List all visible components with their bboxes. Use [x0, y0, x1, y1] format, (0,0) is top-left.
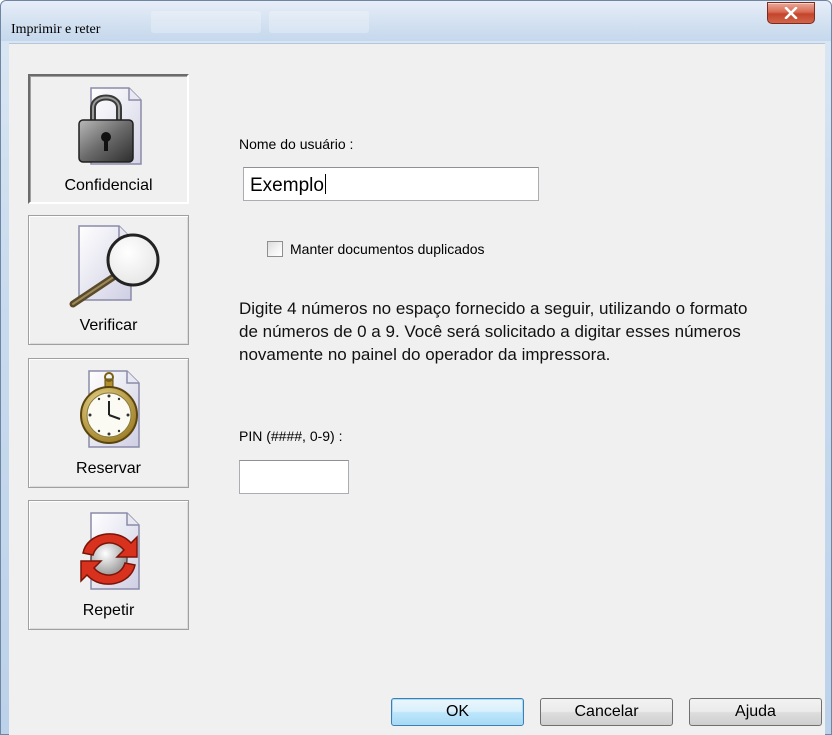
print-and-hold-dialog: Imprimir e reter Confidencial Verificar … — [0, 0, 832, 735]
magnifier-document-icon — [69, 225, 159, 308]
title-bar[interactable]: Imprimir e reter — [1, 1, 831, 41]
close-button[interactable] — [767, 2, 815, 24]
username-label: Nome do usuário : — [239, 136, 354, 152]
sidebar-item-label: Reservar — [76, 460, 141, 477]
cancel-button[interactable]: Cancelar — [540, 698, 673, 726]
keep-duplicates-label[interactable]: Manter documentos duplicados — [290, 241, 485, 257]
title-bar-reflection — [151, 11, 261, 33]
text-caret — [324, 174, 326, 194]
sidebar-item-verificar[interactable]: Verificar — [28, 215, 189, 345]
sidebar-item-label: Verificar — [79, 317, 138, 334]
stopwatch-document-icon — [79, 370, 140, 448]
close-icon — [784, 7, 798, 19]
keep-duplicates-checkbox[interactable] — [267, 241, 283, 257]
username-input-value: Exemplo — [250, 175, 324, 196]
sidebar-item-label: Repetir — [82, 602, 135, 619]
pin-input[interactable] — [239, 460, 349, 494]
repeat-arrows-document-icon — [79, 512, 140, 590]
pin-label: PIN (####, 0-9) : — [239, 428, 343, 444]
ok-button[interactable]: OK — [391, 698, 524, 726]
sidebar-item-label: Confidencial — [64, 177, 153, 194]
sidebar-item-reservar[interactable]: Reservar — [28, 358, 189, 488]
sidebar-item-confidencial[interactable]: Confidencial — [28, 74, 189, 204]
title-bar-reflection — [269, 11, 369, 33]
padlock-document-icon — [77, 87, 142, 165]
pin-instructions: Digite 4 números no espaço fornecido a s… — [239, 299, 748, 364]
window-title: Imprimir e reter — [11, 22, 101, 37]
username-input[interactable]: Exemplo — [243, 167, 539, 201]
sidebar-item-repetir[interactable]: Repetir — [28, 500, 189, 630]
help-button[interactable]: Ajuda — [689, 698, 822, 726]
